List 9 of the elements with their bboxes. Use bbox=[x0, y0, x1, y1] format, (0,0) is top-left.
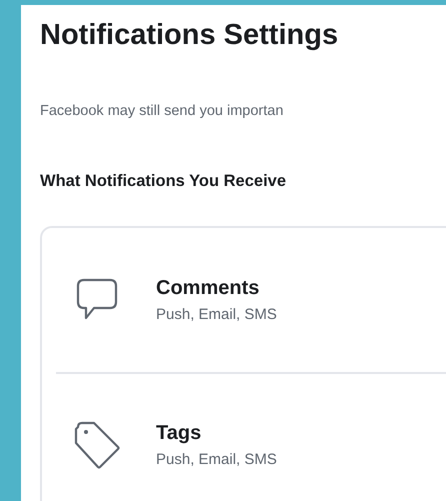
item-subtitle: Push, Email, SMS bbox=[156, 304, 277, 324]
description-text: Facebook may still send you importan bbox=[40, 102, 284, 121]
item-title: Tags bbox=[156, 420, 202, 446]
item-subtitle: Push, Email, SMS bbox=[156, 450, 277, 470]
tag-icon bbox=[74, 420, 120, 468]
speech-bubble-icon bbox=[76, 278, 118, 322]
page-title: Notifications Settings bbox=[40, 18, 340, 53]
section-heading: What Notifications You Receive bbox=[40, 170, 288, 192]
item-title: Comments bbox=[156, 276, 260, 300]
